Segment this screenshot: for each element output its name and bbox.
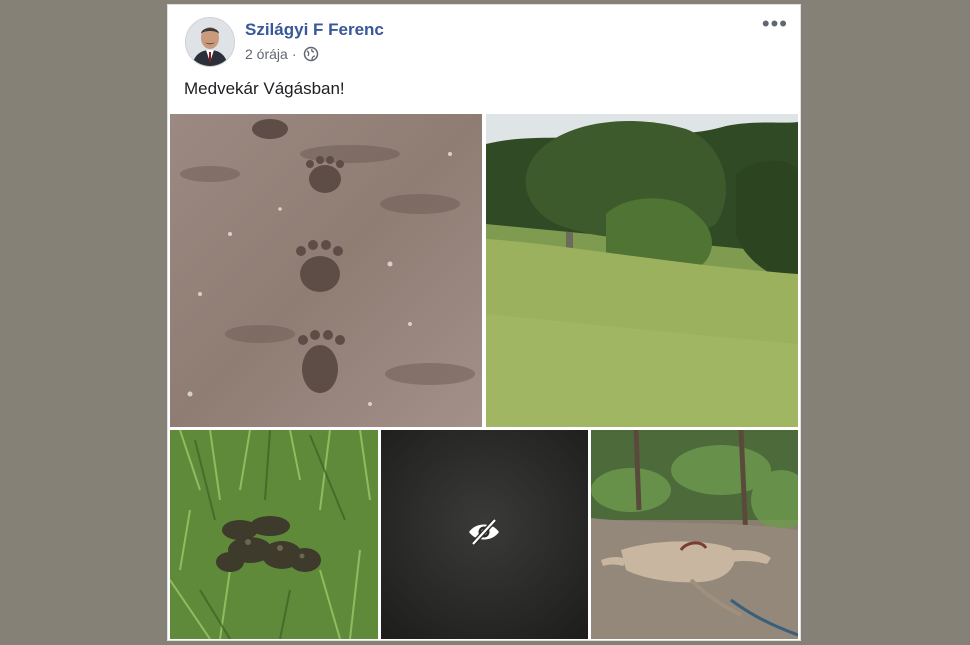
meta-separator: · xyxy=(291,46,297,62)
post-text: Medvekár Vágásban! xyxy=(184,79,345,98)
author-name[interactable]: Szilágyi F Ferenc xyxy=(245,20,384,40)
avatar[interactable] xyxy=(185,17,235,67)
more-options-icon[interactable]: ••• xyxy=(762,13,788,35)
photo-bear-tracks[interactable] xyxy=(170,114,482,427)
photo-hidden-content[interactable] xyxy=(381,430,588,639)
post-meta: 2 órája · xyxy=(245,46,319,62)
post-time[interactable]: 2 órája xyxy=(245,46,288,62)
facebook-post: Szilágyi F Ferenc 2 órája · ••• Medvekár… xyxy=(167,4,801,641)
globe-icon[interactable] xyxy=(303,46,319,62)
photo-bear-droppings[interactable] xyxy=(170,430,378,639)
photo-meadow-trees[interactable] xyxy=(486,114,798,427)
photo-animal-carcass[interactable] xyxy=(591,430,798,639)
